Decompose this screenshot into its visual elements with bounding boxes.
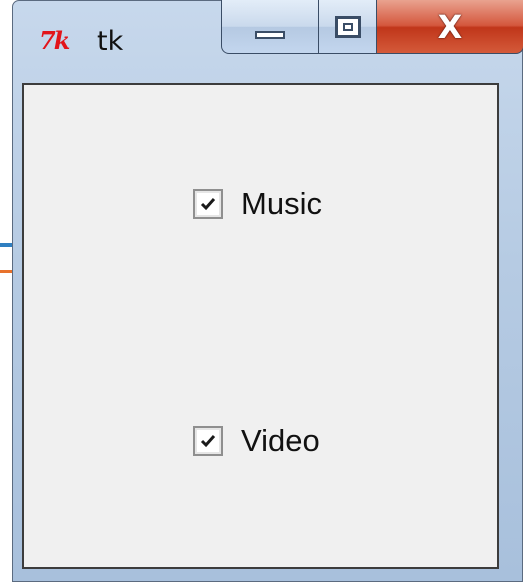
music-checkbutton[interactable]: Music	[193, 187, 322, 221]
video-label[interactable]: Video	[241, 424, 320, 458]
minimize-icon	[255, 30, 285, 39]
video-checkbox[interactable]	[193, 426, 223, 456]
client-area: Music Video	[22, 83, 499, 569]
window-title: tk	[97, 26, 124, 57]
close-icon: X	[437, 7, 463, 46]
music-checkbox[interactable]	[193, 189, 223, 219]
music-label[interactable]: Music	[241, 187, 322, 221]
maximize-button[interactable]	[319, 0, 377, 54]
minimize-button[interactable]	[221, 0, 319, 54]
checkmark-icon	[200, 435, 216, 448]
close-button[interactable]: X	[377, 0, 523, 54]
tk-logo-icon: 7k	[39, 26, 70, 55]
checkmark-icon	[200, 198, 216, 211]
maximize-icon	[334, 15, 361, 38]
video-checkbutton[interactable]: Video	[193, 424, 320, 458]
caption-buttons: X	[221, 0, 523, 55]
